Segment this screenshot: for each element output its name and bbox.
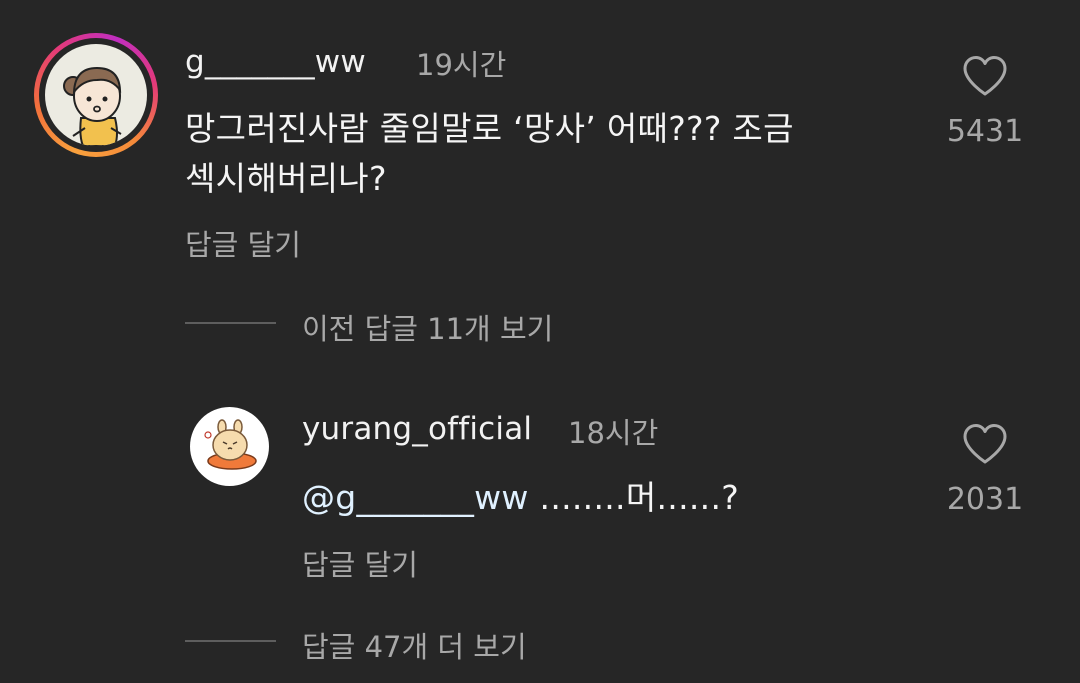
reply-username[interactable]: yurang_official bbox=[302, 411, 532, 447]
reply-avatar[interactable] bbox=[190, 407, 269, 486]
comment-username[interactable]: g_______ww bbox=[185, 44, 366, 80]
like-button[interactable] bbox=[962, 55, 1008, 101]
heart-outline-icon bbox=[963, 424, 1007, 464]
heart-outline-icon bbox=[963, 56, 1007, 96]
thread-divider-bottom bbox=[185, 640, 276, 642]
rabbit-character-avatar-icon bbox=[204, 419, 257, 470]
avatar[interactable] bbox=[45, 44, 147, 146]
comment-like-count: 5431 bbox=[946, 114, 1024, 149]
reply-text: @g_______ww ........머......? bbox=[302, 473, 739, 523]
reply-like-count: 2031 bbox=[946, 482, 1024, 517]
reply-like-button[interactable] bbox=[962, 423, 1008, 469]
comment-text-line1: 망그러진사람 줄임말로 ‘망사’ 어때??? 조금 bbox=[185, 109, 794, 148]
thread-divider bbox=[185, 322, 276, 324]
comment-timestamp: 19시간 bbox=[416, 48, 507, 82]
comment-text: 망그러진사람 줄임말로 ‘망사’ 어때??? 조금 섹시해버리나? bbox=[185, 104, 925, 204]
reply-to-reply-button[interactable]: 답글 달기 bbox=[302, 542, 418, 584]
view-more-replies-button[interactable]: 답글 47개 더 보기 bbox=[302, 624, 527, 666]
comment-text-line2: 섹시해버리나? bbox=[185, 159, 387, 198]
character-avatar-icon bbox=[63, 66, 122, 146]
view-previous-replies-button[interactable]: 이전 답글 11개 보기 bbox=[302, 306, 553, 348]
mention-link[interactable]: @g_______ww bbox=[302, 478, 529, 517]
reply-text-body: ........머......? bbox=[528, 478, 740, 517]
reply-button[interactable]: 답글 달기 bbox=[185, 222, 301, 264]
reply-timestamp: 18시간 bbox=[568, 416, 659, 450]
